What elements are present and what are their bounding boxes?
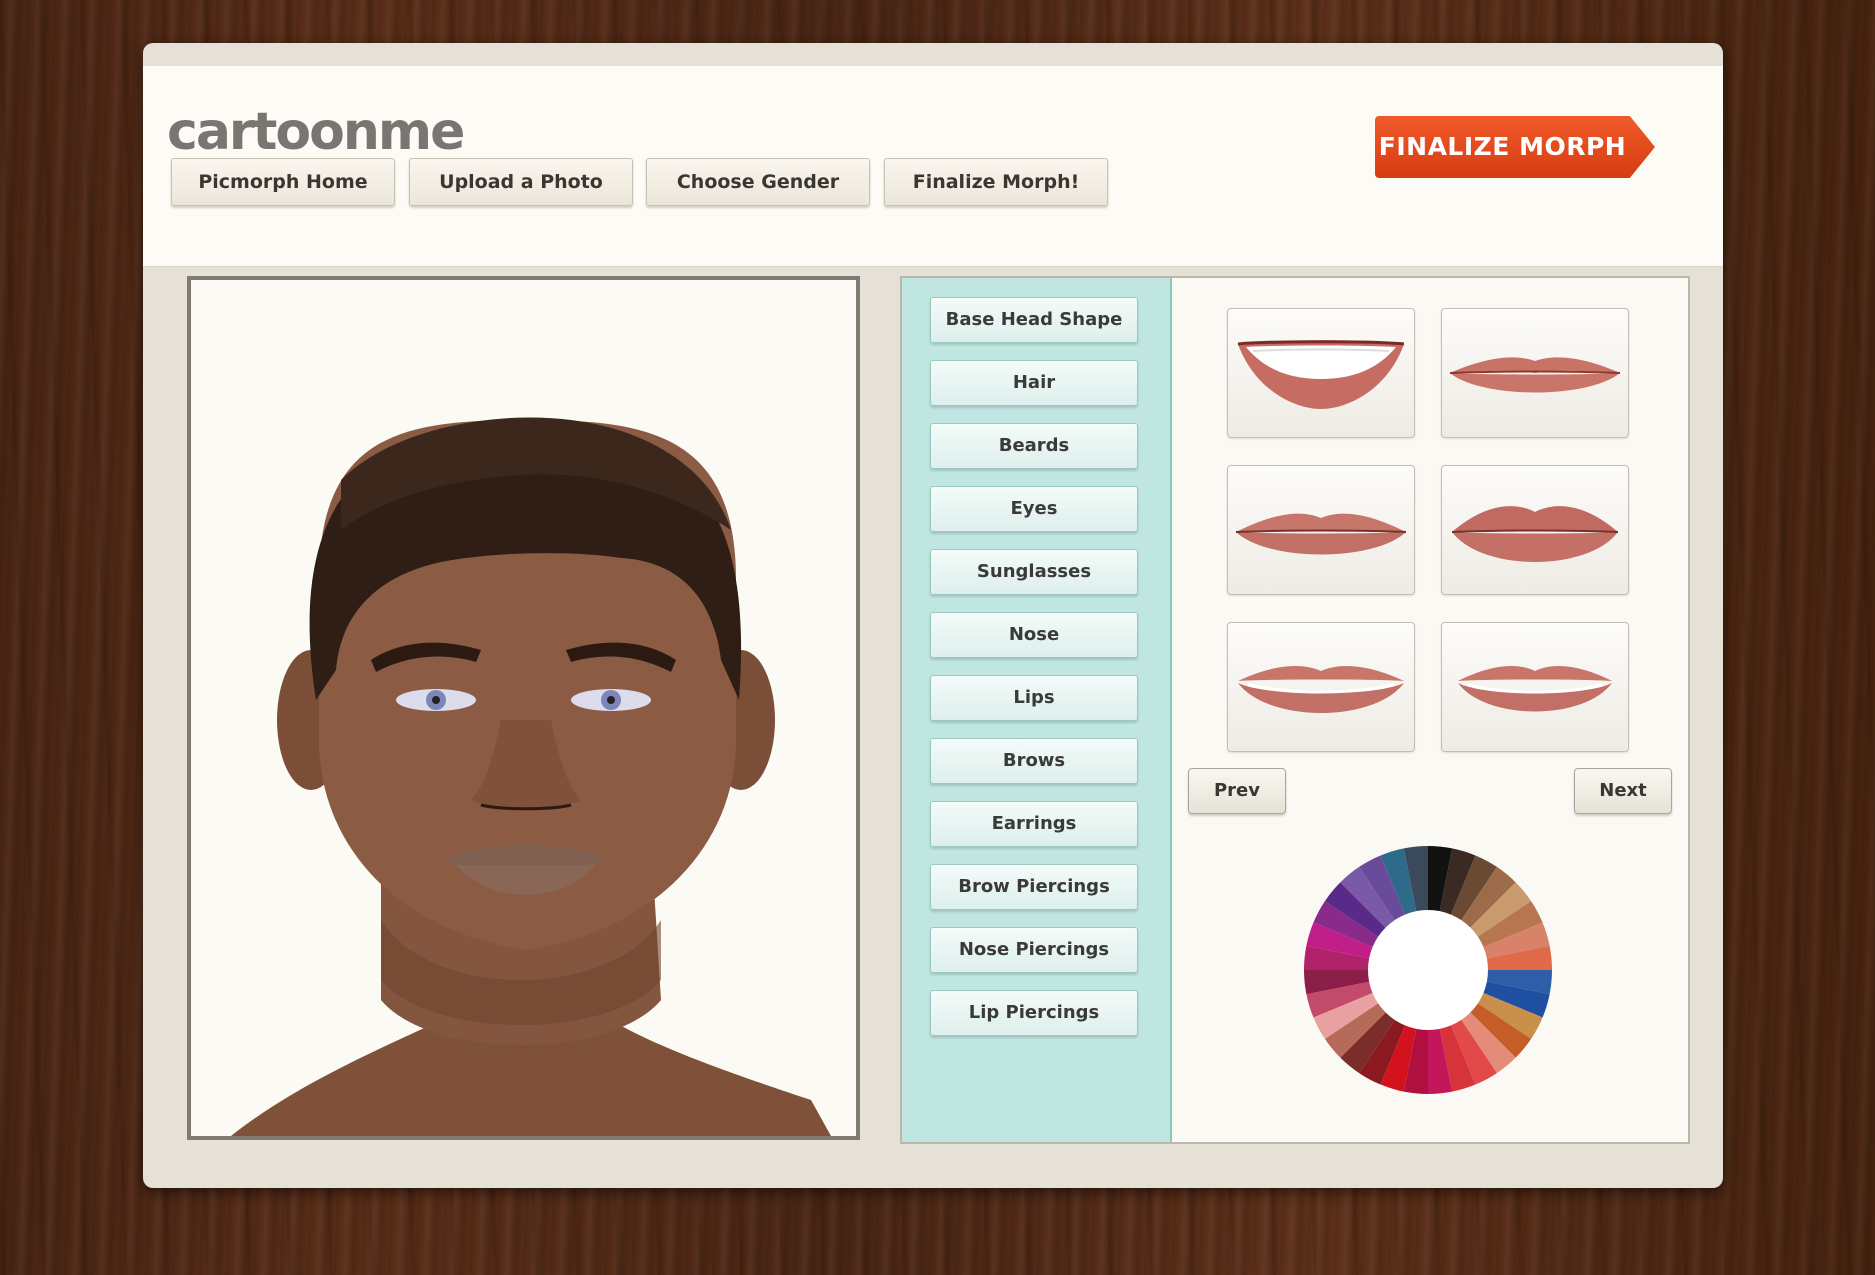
category-earrings-button[interactable]: Earrings xyxy=(930,801,1138,847)
nav-picmorph-home-button[interactable]: Picmorph Home xyxy=(171,158,395,206)
category-hair-button[interactable]: Hair xyxy=(930,360,1138,406)
category-lips-button[interactable]: Lips xyxy=(930,675,1138,721)
face-preview xyxy=(187,276,860,1140)
category-nose-piercings-button[interactable]: Nose Piercings xyxy=(930,927,1138,973)
lips-option-2[interactable] xyxy=(1441,308,1629,438)
category-brow-piercings-button[interactable]: Brow Piercings xyxy=(930,864,1138,910)
lips-option-3[interactable] xyxy=(1227,465,1415,595)
finalize-morph-cta[interactable]: FINALIZE MORPH xyxy=(1375,116,1655,178)
lips-option-6[interactable] xyxy=(1441,622,1629,752)
nav-upload-photo-button[interactable]: Upload a Photo xyxy=(409,158,633,206)
category-beards-button[interactable]: Beards xyxy=(930,423,1138,469)
lips-parted-teeth-icon xyxy=(1238,666,1404,713)
category-column: Base Head Shape Hair Beards Eyes Sunglas… xyxy=(902,278,1172,1142)
editor-panel: Base Head Shape Hair Beards Eyes Sunglas… xyxy=(900,276,1690,1144)
logo: cartoonme xyxy=(167,102,465,162)
color-wheel[interactable] xyxy=(1302,844,1554,1096)
category-base-head-shape-button[interactable]: Base Head Shape xyxy=(930,297,1138,343)
next-button[interactable]: Next xyxy=(1574,768,1672,814)
color-wheel-center xyxy=(1368,910,1488,1030)
category-nose-button[interactable]: Nose xyxy=(930,612,1138,658)
cartoon-face xyxy=(231,417,831,1136)
nav-choose-gender-button[interactable]: Choose Gender xyxy=(646,158,870,206)
lips-option-5[interactable] xyxy=(1227,622,1415,752)
nav-finalize-morph-button[interactable]: Finalize Morph! xyxy=(884,158,1108,206)
category-eyes-button[interactable]: Eyes xyxy=(930,486,1138,532)
lips-option-4[interactable] xyxy=(1441,465,1629,595)
lips-option-1[interactable] xyxy=(1227,308,1415,438)
lips-smile-teeth-icon xyxy=(1237,340,1405,409)
app-window: cartoonme Picmorph Home Upload a Photo C… xyxy=(143,43,1723,1188)
lips-medium-closed-icon xyxy=(1235,513,1407,555)
category-brows-button[interactable]: Brows xyxy=(930,738,1138,784)
prev-button[interactable]: Prev xyxy=(1188,768,1286,814)
category-sunglasses-button[interactable]: Sunglasses xyxy=(930,549,1138,595)
lips-parted-teeth-small-icon xyxy=(1458,666,1612,712)
header: cartoonme Picmorph Home Upload a Photo C… xyxy=(143,66,1723,267)
cta-label: FINALIZE MORPH xyxy=(1378,132,1627,161)
lips-full-closed-icon xyxy=(1451,506,1619,562)
lips-thin-closed-icon xyxy=(1449,357,1621,393)
category-lip-piercings-button[interactable]: Lip Piercings xyxy=(930,990,1138,1036)
